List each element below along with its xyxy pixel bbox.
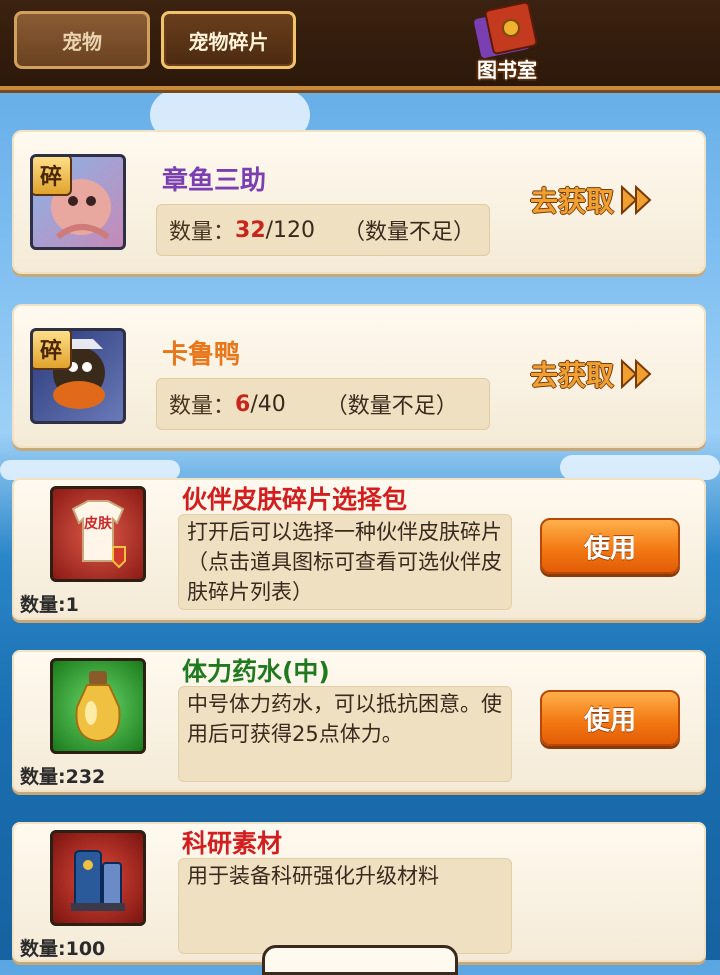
- quantity-count: 6: [235, 391, 251, 417]
- item-card: 数量:232 体力药水(中) 中号体力药水，可以抵抗困意。使用后可获得25点体力…: [12, 650, 706, 792]
- item-name: 体力药水(中): [182, 657, 330, 686]
- tab-pet-fragments[interactable]: 宠物碎片: [161, 11, 296, 69]
- library-label: 图书室: [477, 58, 537, 82]
- item-card: 皮肤 数量:1 伙伴皮肤碎片选择包 打开后可以选择一种伙伴皮肤碎片（点击道具图标…: [12, 478, 706, 620]
- duck-portrait-icon[interactable]: 碎: [30, 328, 126, 424]
- fragment-name: 章鱼三助: [162, 166, 267, 196]
- item-count: 数量:232: [20, 766, 106, 788]
- obtain-label: 去获取: [530, 359, 615, 392]
- top-bar: 宠物 宠物碎片 图书室: [0, 0, 720, 90]
- quantity-label: 数量：: [169, 394, 236, 419]
- item-count: 数量:100: [20, 938, 106, 960]
- quantity-box: 数量： 6 /40 （数量不足）: [156, 378, 490, 430]
- tab-pets[interactable]: 宠物: [14, 11, 150, 69]
- use-button[interactable]: 使用: [540, 518, 680, 574]
- item-name: 伙伴皮肤碎片选择包: [182, 485, 408, 514]
- shard-badge: 碎: [33, 331, 72, 370]
- book-icon: [474, 1, 538, 59]
- background-cloud: [0, 460, 180, 480]
- fragment-name: 卡鲁鸭: [162, 340, 241, 370]
- obtain-label: 去获取: [530, 185, 615, 218]
- background-cloud: [560, 455, 720, 480]
- skin-shirt-label: 皮肤: [84, 516, 112, 532]
- obtain-button[interactable]: 去获取: [530, 354, 656, 394]
- shard-badge: 碎: [33, 157, 72, 196]
- library-button[interactable]: 图书室: [462, 0, 552, 84]
- quantity-total: /120: [265, 217, 316, 243]
- item-count: 数量:1: [20, 594, 79, 616]
- use-button[interactable]: 使用: [540, 690, 680, 746]
- item-description: 打开后可以选择一种伙伴皮肤碎片（点击道具图标可查看可选伙伴皮肤碎片列表）: [178, 514, 512, 610]
- item-description: 中号体力药水，可以抵抗困意。使用后可获得25点体力。: [178, 686, 512, 782]
- quantity-box: 数量： 32 /120 （数量不足）: [156, 204, 490, 256]
- bottom-tab[interactable]: [262, 945, 458, 975]
- fragment-card: 碎 卡鲁鸭 数量： 6 /40 （数量不足） 去获取: [12, 304, 706, 448]
- quantity-note: （数量不足）: [343, 220, 476, 245]
- octopus-portrait-icon[interactable]: 碎: [30, 154, 126, 250]
- quantity-total: /40: [250, 391, 286, 417]
- skin-shirt-icon[interactable]: 皮肤: [50, 486, 146, 582]
- obtain-button[interactable]: 去获取: [530, 180, 656, 220]
- fragment-card: 碎 章鱼三助 数量： 32 /120 （数量不足） 去获取: [12, 130, 706, 274]
- quantity-label: 数量：: [169, 220, 236, 245]
- quantity-count: 32: [235, 217, 266, 243]
- tab-pets-label: 宠物: [62, 29, 102, 54]
- item-name: 科研素材: [182, 829, 283, 858]
- quantity-note: （数量不足）: [325, 394, 458, 419]
- potion-bottle-icon[interactable]: [50, 658, 146, 754]
- double-chevron-right-icon: [621, 185, 652, 215]
- double-chevron-right-icon: [621, 359, 652, 389]
- research-device-icon[interactable]: [50, 830, 146, 926]
- item-description: 用于装备科研强化升级材料: [178, 858, 512, 954]
- item-card: 数量:100 科研素材 用于装备科研强化升级材料: [12, 822, 706, 962]
- tab-pet-fragments-label: 宠物碎片: [188, 29, 269, 54]
